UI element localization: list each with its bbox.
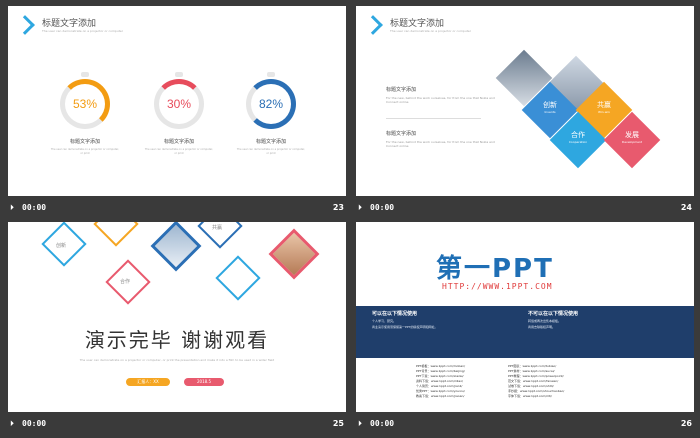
resource-link[interactable]: PPT图表：www.1ppt.com/tubiao/	[508, 364, 556, 368]
ring-value: 82%	[258, 97, 284, 111]
play-transition-icon[interactable]: ⏵	[10, 416, 14, 432]
stopwatch-knob-icon	[81, 72, 89, 77]
resource-link[interactable]: 教案下载：www.1ppt.com/jiaoan/	[416, 394, 464, 398]
divider	[386, 118, 481, 119]
diamond-sublabel: Cooperation	[568, 140, 588, 144]
slide-number: 24	[680, 203, 692, 212]
presenter-button[interactable]: 汇报人：XX	[126, 378, 170, 386]
resource-link[interactable]: PPT模板：www.1ppt.com/moban/	[416, 364, 465, 368]
chevron-right-icon	[15, 15, 35, 35]
closing-title: 演示完毕 谢谢观看	[84, 328, 270, 352]
resource-link[interactable]: 资料下载：www.1ppt.com/ziliao/	[416, 379, 463, 383]
slide-canvas[interactable]: 标题文字添加 The user can demonstrate on a pro…	[356, 6, 694, 196]
diamond-label: 合作	[571, 131, 585, 139]
can-use-title: 可以在以下情况使用	[372, 311, 418, 317]
stopwatch-knob-icon	[175, 72, 183, 77]
ring-caption: 标题文字添加	[163, 139, 194, 145]
chevron-right-icon	[363, 15, 383, 35]
play-transition-icon[interactable]: ⏵	[358, 200, 362, 216]
diamond-small-label: 共赢	[212, 225, 223, 231]
diamond-sublabel: Development	[621, 140, 643, 144]
diamond-label: 共赢	[597, 101, 611, 109]
ring-value: 53%	[72, 97, 98, 111]
block-heading: 标题文字添加	[386, 87, 417, 93]
slide-title: 标题文字添加	[390, 19, 445, 29]
slide-thumbnail-26[interactable]: 第一PPT HTTP://WWW.1PPT.COM 可以在以下情况使用 个人学习…	[356, 222, 694, 434]
slide-duration: 00:00	[22, 203, 47, 212]
slide-meta-bar: ⏵ 00:00 24	[356, 200, 694, 216]
slide-number: 23	[332, 203, 344, 212]
diamond-label: 发展	[625, 131, 639, 139]
slide-meta-bar: ⏵ 00:00 26	[356, 416, 694, 432]
slide-canvas[interactable]: 第一PPT HTTP://WWW.1PPT.COM 可以在以下情况使用 个人学习…	[356, 222, 694, 412]
resource-link[interactable]: 范文下载：www.1ppt.com/fanwen/	[508, 379, 558, 383]
slide-title: 标题文字添加	[42, 19, 97, 29]
diamond-small-label: 创新	[56, 243, 67, 249]
resource-link[interactable]: 个人简历：www.1ppt.com/jianli/	[416, 384, 462, 388]
slide-number: 25	[332, 419, 344, 428]
slide-subtitle: The user can demonstrate on a projector …	[390, 29, 471, 33]
block-heading: 标题文字添加	[386, 131, 417, 137]
resource-link[interactable]: PPT下载：www.1ppt.com/xiazai/	[416, 374, 463, 378]
stopwatch-knob-icon	[267, 72, 275, 77]
slide-duration: 00:00	[22, 419, 47, 428]
outline-diamond	[215, 255, 261, 301]
slide-canvas[interactable]: 标题文字添加 The user can demonstrate on a pro…	[8, 6, 346, 196]
site-logo: 第一PPT	[436, 254, 554, 284]
resource-link[interactable]: PPT素材：www.1ppt.com/sucai/	[508, 369, 555, 373]
outline-diamond	[93, 222, 139, 247]
date-button[interactable]: 2018.5	[184, 378, 224, 386]
resource-link[interactable]: PPT背景：www.1ppt.com/beijing/	[416, 369, 465, 373]
play-transition-icon[interactable]: ⏵	[10, 200, 14, 216]
ring-description: The user can demonstrate on a projector …	[50, 148, 120, 155]
slide-duration: 00:00	[370, 419, 395, 428]
cannot-use-title: 不可以在以下情况使用	[528, 311, 579, 317]
slide-meta-bar: ⏵ 00:00 23	[8, 200, 346, 216]
diamond-small-label: 合作	[120, 279, 131, 285]
slide-thumbnail-25[interactable]: 创新 合作 共赢 演示完毕 谢谢观看 The user can demonstr…	[8, 222, 346, 434]
ring-value: 30%	[166, 97, 192, 111]
block-text: For the new, behind the work ourselves, …	[386, 140, 495, 148]
slide-thumbnail-24[interactable]: 标题文字添加 The user can demonstrate on a pro…	[356, 6, 694, 218]
play-transition-icon[interactable]: ⏵	[358, 416, 362, 432]
site-url[interactable]: HTTP://WWW.1PPT.COM	[442, 282, 553, 291]
diamond-sublabel: Invents	[544, 110, 556, 114]
diamond-label: 创新	[543, 101, 557, 109]
photo-diamond	[268, 228, 320, 280]
slide-subtitle: The user can demonstrate on a projector …	[42, 29, 123, 33]
slide-meta-bar: ⏵ 00:00 25	[8, 416, 346, 432]
progress-ring: 82%	[246, 72, 296, 129]
resource-link[interactable]: PPT教程：www.1ppt.com/powerpoint/	[508, 374, 564, 378]
can-use-item: 商业演示使用须保留第一PPT的版权声明和网址。	[372, 325, 438, 329]
can-use-item: 个人学习、研究。	[372, 319, 397, 323]
resource-link[interactable]: 字体下载：www.1ppt.com/ziti/	[508, 394, 552, 398]
ring-caption: 标题文字添加	[255, 139, 286, 145]
slide-thumbnail-23[interactable]: 标题文字添加 The user can demonstrate on a pro…	[8, 6, 346, 218]
resource-link[interactable]: 试卷下载：www.1ppt.com/shiti/	[508, 384, 554, 388]
resource-link[interactable]: 优秀PPT：www.1ppt.com/youxiu/	[416, 389, 465, 393]
resource-link[interactable]: 手抄报：www.1ppt.com/shouchaobao/	[508, 389, 564, 393]
photo-diamond	[150, 222, 202, 272]
slide-canvas[interactable]: 创新 合作 共赢 演示完毕 谢谢观看 The user can demonstr…	[8, 222, 346, 412]
ring-description: The user can demonstrate on a projector …	[144, 148, 214, 155]
progress-ring: 30%	[154, 72, 204, 129]
block-text: For the new, behind the work ourselves, …	[386, 96, 495, 104]
progress-ring: 53%	[60, 72, 110, 129]
usage-band: 可以在以下情况使用 个人学习、研究。 商业演示使用须保留第一PPT的版权声明和网…	[356, 306, 694, 358]
cannot-use-item: 商用去除版权声明。	[528, 325, 556, 329]
ring-description: The user can demonstrate on a projector …	[236, 148, 306, 155]
ring-caption: 标题文字添加	[69, 139, 100, 145]
closing-subtext: The user can demonstrate on a projector …	[79, 358, 275, 362]
slide-duration: 00:00	[370, 203, 395, 212]
diamond-sublabel: Win-win	[598, 110, 610, 114]
cannot-use-item: 转载或再次出售本模板。	[528, 319, 562, 323]
slide-number: 26	[680, 419, 692, 428]
slide-sorter-grid: 标题文字添加 The user can demonstrate on a pro…	[0, 0, 700, 438]
